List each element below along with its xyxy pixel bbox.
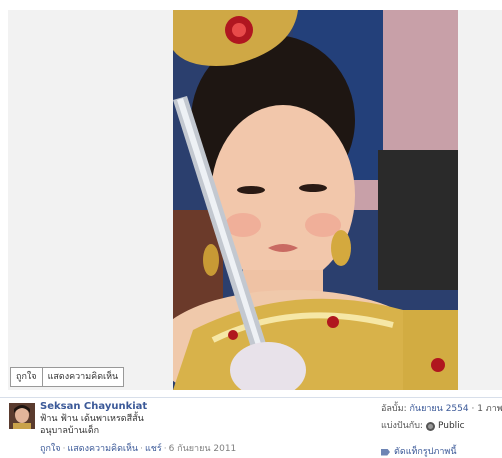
photo-action-bar: ถูกใจ แสดงความคิดเห็น — [10, 367, 125, 387]
post-meta: ถูกใจ · แสดงความคิดเห็น · แชร์ · 6 กันยายน 201… — [40, 443, 340, 455]
photo-like-button[interactable]: ถูกใจ — [11, 368, 42, 386]
tag-photo-link[interactable]: ตัดแท็กรูปภาพนี้ — [381, 446, 502, 458]
photo-stage: ถูกใจ แสดงความคิดเห็น — [0, 0, 502, 398]
tag-photo-label: ตัดแท็กรูปภาพนี้ — [394, 447, 457, 457]
album-prefix: อัลบั้ม: — [381, 404, 407, 414]
meta-separator: · — [140, 444, 143, 454]
privacy-row: แบ่งปันกับ: Public — [381, 420, 502, 432]
section-divider — [0, 397, 502, 398]
privacy-value[interactable]: Public — [438, 420, 465, 432]
photo[interactable] — [173, 10, 458, 390]
photo-comment-button[interactable]: แสดงความคิดเห็น — [43, 368, 124, 386]
avatar-image — [9, 403, 35, 429]
avatar[interactable] — [9, 403, 35, 429]
photo-image — [173, 10, 458, 390]
album-count: · 1 ภาพ — [471, 404, 502, 414]
photo-info: อัลบั้ม: กันยายน 2554 · 1 ภาพ แบ่งปันกับ… — [381, 403, 502, 458]
album-link[interactable]: กันยายน 2554 — [409, 404, 468, 414]
globe-icon — [425, 421, 435, 431]
author-name[interactable]: Seksan Chayunkiat — [40, 401, 340, 413]
photo-backdrop-left — [8, 10, 173, 390]
tag-icon — [381, 448, 390, 456]
comment-link[interactable]: แสดงความคิดเห็น — [67, 444, 138, 454]
meta-separator: · — [163, 444, 167, 454]
share-link[interactable]: แชร์ — [145, 444, 162, 454]
photo-backdrop-right — [458, 10, 502, 390]
post-date: 6 กันยายน 2011 — [168, 444, 237, 454]
post-details: Seksan Chayunkiat ฟ้าน ฟ้าน เด้นพาเหรดสี… — [40, 401, 340, 455]
caption-line-1: ฟ้าน ฟ้าน เด้นพาเหรดสีสั้น — [40, 414, 144, 424]
like-link[interactable]: ถูกใจ — [40, 444, 61, 454]
caption-line-2: อนุบาลบ้านเด็ก — [40, 426, 100, 436]
shared-with-label: แบ่งปันกับ: — [381, 421, 423, 431]
album-row: อัลบั้ม: กันยายน 2554 · 1 ภาพ — [381, 403, 502, 415]
